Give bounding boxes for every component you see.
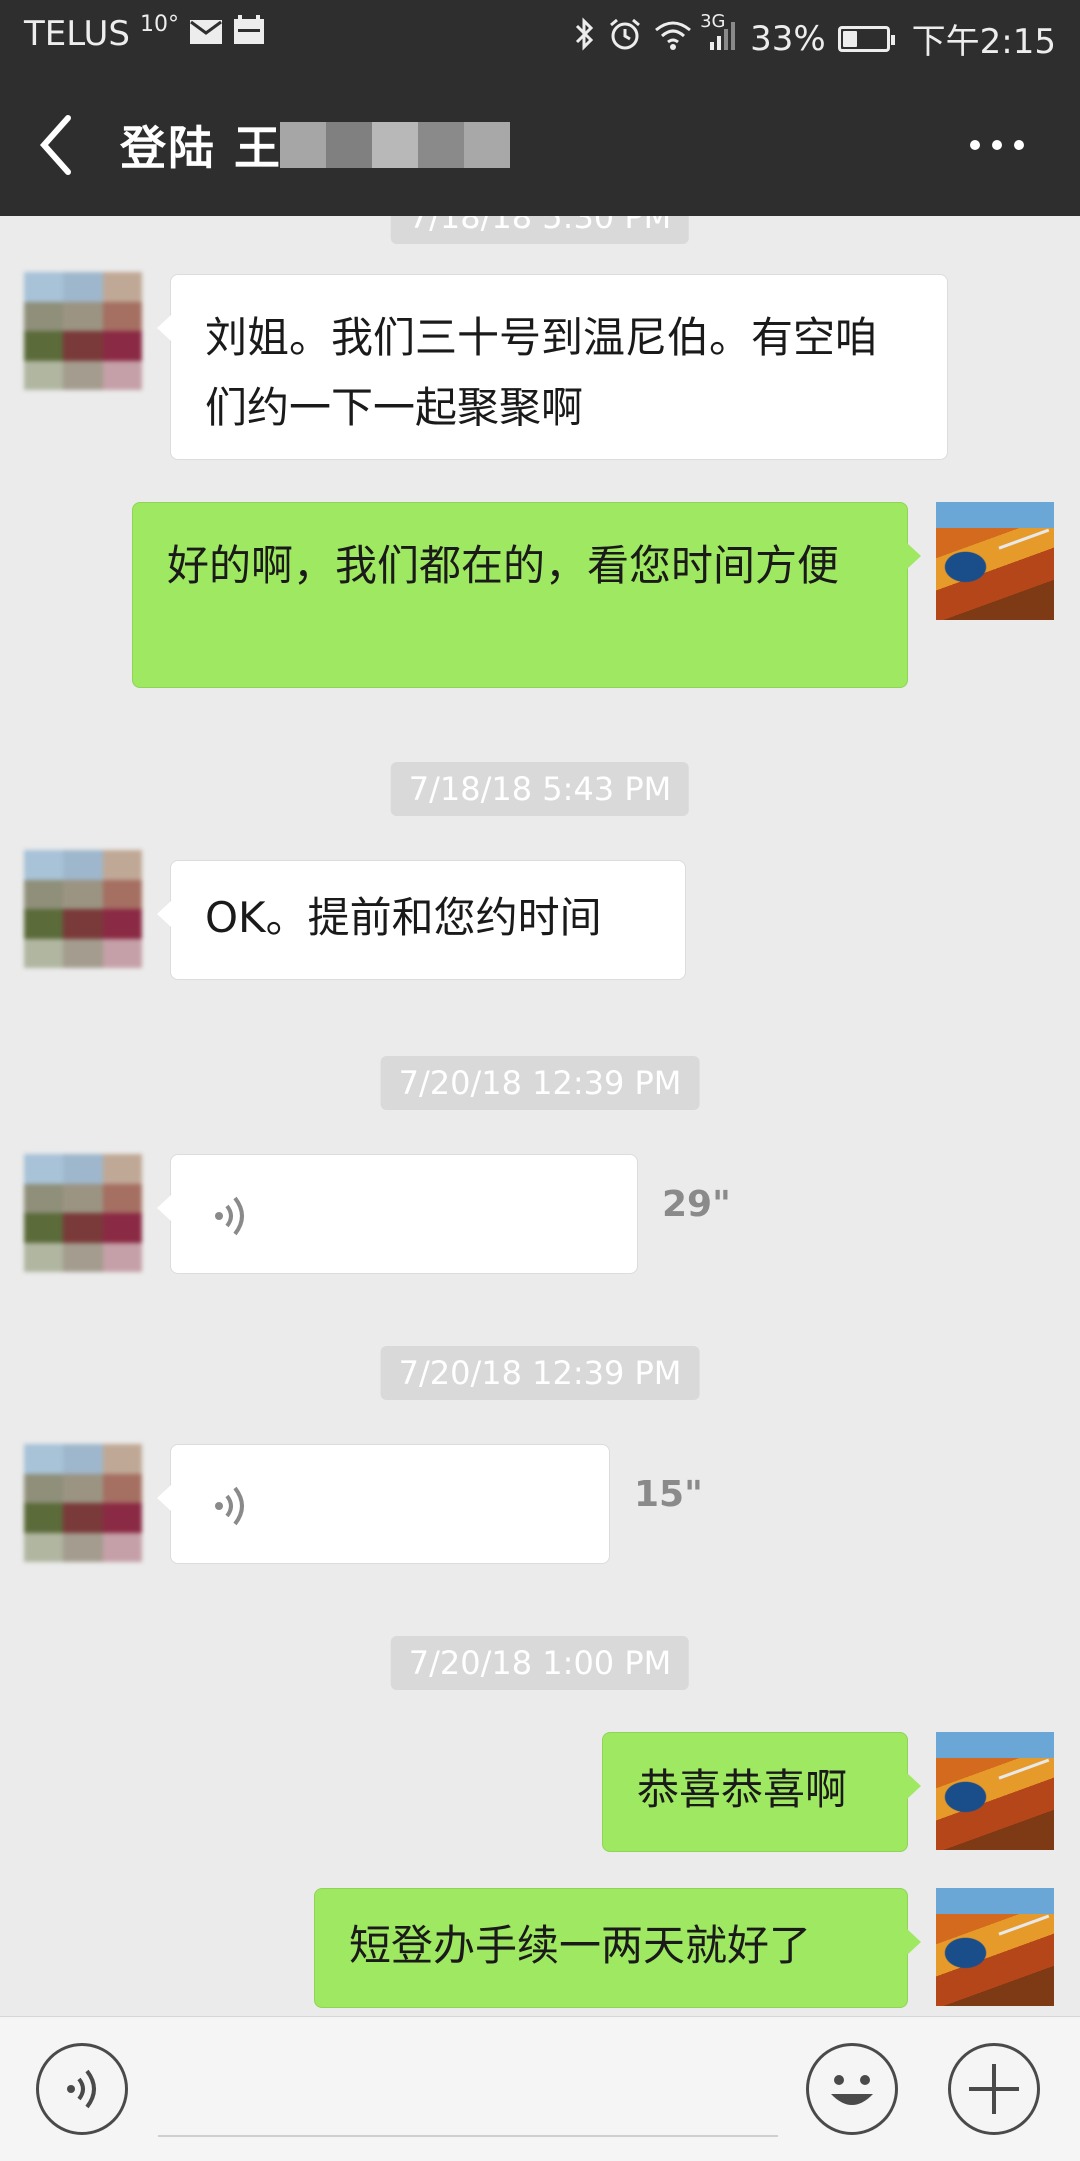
voice-duration: 15" (634, 1474, 703, 1515)
voice-message[interactable] (157, 1444, 610, 1564)
more-functions-button[interactable] (948, 2043, 1040, 2135)
carrier-label: TELUS (24, 14, 130, 54)
outgoing-message[interactable]: 恭喜恭喜啊 (602, 1732, 921, 1852)
timestamp: 7/20/18 12:39 PM (380, 1056, 700, 1110)
mail-icon (189, 14, 223, 54)
contact-avatar[interactable] (24, 850, 142, 968)
emoji-button[interactable] (806, 2043, 898, 2135)
message-text: OK。提前和您约时间 (205, 893, 602, 942)
message-text: 刘姐。我们三十号到温尼伯。有空咱们约一下一起聚聚啊 (205, 313, 878, 432)
voice-wave-icon (67, 2069, 96, 2109)
message-input[interactable] (158, 2135, 778, 2137)
chat-header: 登陆 王 (0, 72, 1080, 216)
voice-input-button[interactable] (36, 2043, 128, 2135)
timestamp: 7/18/18 5:30 PM (390, 216, 690, 244)
signal-icon: 3G (700, 11, 738, 59)
temperature-label: 10° (139, 11, 179, 37)
wifi-icon (654, 19, 692, 59)
contact-avatar[interactable] (24, 1154, 142, 1272)
my-avatar[interactable] (936, 1732, 1054, 1850)
incoming-message[interactable]: 刘姐。我们三十号到温尼伯。有空咱们约一下一起聚聚啊 (157, 274, 948, 460)
incoming-message[interactable]: OK。提前和您约时间 (157, 860, 686, 980)
timestamp: 7/18/18 5:43 PM (390, 762, 690, 816)
message-text: 好的啊，我们都在的，看您时间方便 (167, 541, 840, 590)
more-dot (970, 140, 980, 150)
more-button[interactable] (970, 130, 1030, 160)
message-list[interactable]: 7/18/18 5:30 PM 刘姐。我们三十号到温尼伯。有空咱们约一下一起聚聚… (0, 216, 1080, 2016)
more-dot (992, 140, 1002, 150)
status-right: 3G 33% 下午2:15 (574, 11, 1056, 63)
more-dot (1014, 140, 1024, 150)
voice-wave-icon (215, 1486, 244, 1526)
back-button[interactable] (28, 110, 88, 180)
plus-icon (969, 2064, 1019, 2114)
message-text: 恭喜恭喜啊 (637, 1765, 848, 1814)
battery-fill (842, 30, 857, 47)
clock: 下午2:15 (911, 22, 1056, 62)
timestamp: 7/20/18 1:00 PM (390, 1636, 690, 1690)
timestamp: 7/20/18 12:39 PM (380, 1346, 700, 1400)
voice-duration: 29" (662, 1184, 731, 1225)
alarm-icon (608, 17, 642, 60)
status-bar: TELUS 10° 3G 33% 下午2:15 (0, 0, 1080, 72)
outgoing-message[interactable]: 好的啊，我们都在的，看您时间方便 (132, 502, 921, 688)
voice-wave-icon (215, 1196, 244, 1236)
network-type-label: 3G (700, 10, 726, 32)
smile-icon (831, 2075, 873, 2105)
message-text: 短登办手续一两天就好了 (349, 1921, 812, 1970)
input-bar (0, 2016, 1080, 2161)
chat-title: 登陆 王 (120, 121, 283, 175)
contact-avatar[interactable] (24, 272, 142, 390)
voice-message[interactable] (157, 1154, 638, 1274)
my-avatar[interactable] (936, 502, 1054, 620)
status-left: TELUS 10° (24, 11, 265, 54)
outgoing-message[interactable]: 短登办手续一两天就好了 (314, 1888, 921, 2008)
calendar-icon (233, 14, 265, 54)
redacted-name-blur (280, 122, 510, 168)
battery-icon (837, 25, 895, 52)
bluetooth-icon (574, 17, 596, 60)
battery-percent: 33% (750, 18, 826, 59)
my-avatar[interactable] (936, 1888, 1054, 2006)
contact-avatar[interactable] (24, 1444, 142, 1562)
chevron-left-icon (39, 115, 71, 175)
